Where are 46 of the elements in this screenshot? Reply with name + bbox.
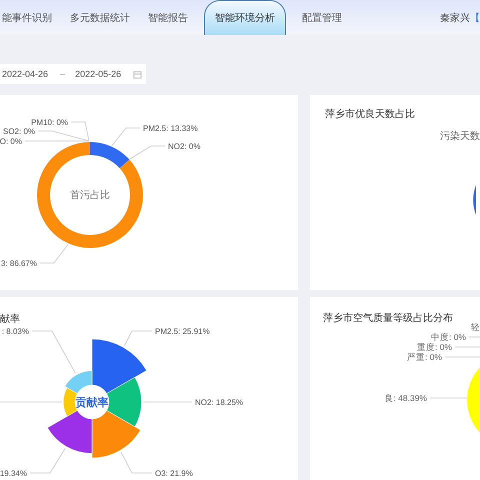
- legend-label: 污染天数: [440, 131, 480, 142]
- chart-center-label: 贡献率: [76, 397, 108, 409]
- chart-label: : 8.03%: [2, 327, 29, 336]
- card-title: 萍乡市空气质量等级占比分布: [323, 313, 453, 324]
- leader-line: [120, 452, 152, 474]
- chart-label: PM2.5: 25.91%: [155, 327, 210, 336]
- end-date: 2022-05-26: [75, 69, 122, 79]
- nav-tab[interactable]: 能事件识别: [0, 0, 54, 35]
- card-title: 献率: [0, 314, 20, 325]
- start-date: 2022-04-26: [2, 69, 48, 79]
- date-range-field[interactable]: 2022-04-26 – 2022-05-26: [0, 64, 146, 84]
- leader-line: [454, 346, 480, 348]
- card-title: 萍乡市优良天数占比: [325, 109, 415, 120]
- leader-line: [130, 146, 166, 160]
- calendar-icon: [133, 70, 142, 78]
- chart-center-label: 首污占比: [70, 190, 110, 201]
- pie-drawing: [473, 185, 476, 215]
- chart-label: PM2.5: 13.33%: [143, 124, 198, 133]
- pie-drawing: [467, 367, 480, 433]
- chart-label: 中度: 0%: [430, 332, 466, 342]
- chart-label: O3: 21.9%: [155, 469, 193, 478]
- user-name: 秦家兴: [440, 12, 470, 24]
- leader-line: [32, 330, 76, 374]
- logout-link[interactable]: 【: [470, 10, 480, 24]
- chart-label: 3: 86.67%: [0, 259, 37, 268]
- nav-tab[interactable]: 多元数据统计: [68, 0, 132, 35]
- leader-line: [112, 128, 140, 146]
- chart-label: NO2: 0%: [168, 142, 200, 151]
- chart-label: 重度: 0%: [416, 342, 452, 352]
- leader-line: [444, 356, 480, 358]
- leader-line: [124, 330, 152, 346]
- chart-label: 19.34%: [0, 469, 27, 478]
- chart-label: SO2: 0%: [2, 127, 35, 136]
- nav-tab[interactable]: 智能报告: [146, 0, 190, 35]
- nav-tab[interactable]: 智能环境分析: [204, 0, 286, 35]
- leader-line: [40, 244, 68, 264]
- chart-label: 良: 48.39%: [384, 393, 427, 403]
- chart-label: NO2: 18.25%: [195, 398, 244, 407]
- chart-label: PM10: 0%: [31, 118, 68, 127]
- date-separator: –: [60, 69, 66, 79]
- leader-line: [468, 336, 480, 338]
- leader-line: [30, 448, 66, 474]
- chart-label: 严重: 0%: [406, 352, 442, 362]
- chart-label: 轻: [471, 322, 480, 332]
- nav-tab[interactable]: 配置管理: [300, 0, 344, 35]
- chart-label: O: 0%: [0, 137, 22, 146]
